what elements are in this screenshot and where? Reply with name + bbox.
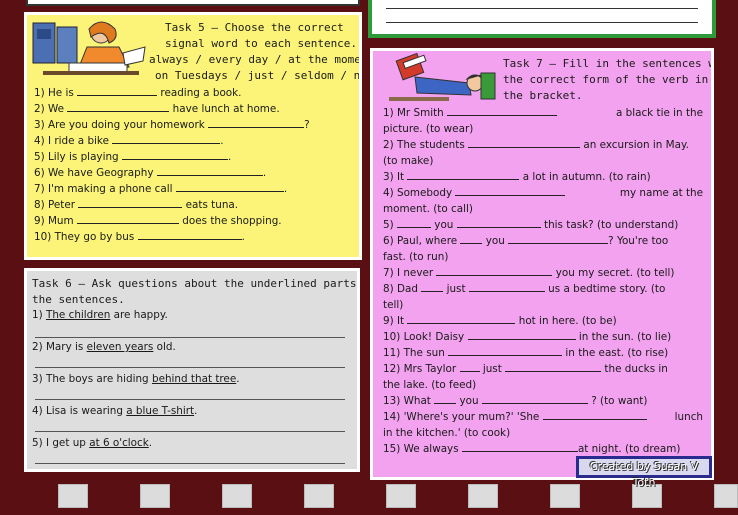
task5-item: 8) Peter eats tuna. xyxy=(34,199,239,211)
task5-item: 2) We have lunch at home. xyxy=(34,103,280,115)
task5-word-list-line1: always / every day / at the moment xyxy=(149,53,362,66)
task7-panel: Task 7 – Fill in the sentences with the … xyxy=(370,48,714,480)
task7-line: the lake. (to feed) xyxy=(383,379,477,391)
task7-line: my name at the xyxy=(619,187,703,199)
answer-line[interactable] xyxy=(35,463,345,464)
task6-title-line1: Task 6 – Ask questions about the underli… xyxy=(32,277,360,290)
task5-item: 1) He is reading a book. xyxy=(34,87,242,99)
task7-line: 15) We always at night. (to dream) xyxy=(383,443,681,455)
bottom-tile xyxy=(714,484,738,508)
task7-line: moment. (to call) xyxy=(383,203,473,215)
task7-line: 1) Mr Smith xyxy=(383,105,558,121)
task7-line: a black tie in the xyxy=(615,107,703,119)
task7-line: 11) The sun in the east. (to rise) xyxy=(383,347,669,359)
task6-title-line2: the sentences. xyxy=(32,293,125,306)
task7-line: 14) 'Where's your mum?' 'She xyxy=(383,409,647,425)
bottom-tile xyxy=(140,484,170,508)
task7-line: 5) you this task? (to understand) xyxy=(383,219,679,231)
top-right-panel xyxy=(368,0,716,38)
task5-panel: Task 5 – Choose the correct signal word … xyxy=(24,12,362,260)
answer-line[interactable] xyxy=(35,399,345,400)
task5-title-line2: signal word to each sentence. xyxy=(165,37,358,50)
answer-line[interactable] xyxy=(35,431,345,432)
task5-title-line1: Task 5 – Choose the correct xyxy=(165,21,344,34)
task7-line: 10) Look! Daisy in the sun. (to lie) xyxy=(383,331,672,343)
task5-item: 10) They go by bus . xyxy=(34,231,245,243)
bottom-tile xyxy=(468,484,498,508)
worksheet-page: { "task5": { "title1": "Task 5 – Choose … xyxy=(0,0,738,515)
task5-item: 7) I'm making a phone call . xyxy=(34,183,288,195)
task7-line: 9) It hot in here. (to be) xyxy=(383,315,617,327)
answer-line[interactable] xyxy=(35,337,345,338)
task7-line: 6) Paul, where you ? You're too xyxy=(383,235,669,247)
task7-line: fast. (to run) xyxy=(383,251,449,263)
bottom-tile xyxy=(58,484,88,508)
bottom-tile xyxy=(222,484,252,508)
bottom-tile xyxy=(304,484,334,508)
task7-line: 13) What you ? (to want) xyxy=(383,395,648,407)
task6-sentence: 3) The boys are hiding behind that tree. xyxy=(32,373,240,385)
task7-line: (to make) xyxy=(383,155,434,167)
task7-title-line2: the correct form of the verb in xyxy=(503,73,709,86)
top-left-panel xyxy=(26,0,360,6)
task5-item: 3) Are you doing your homework ? xyxy=(34,119,310,131)
answer-line[interactable] xyxy=(35,367,345,368)
task7-line: 8) Dad just us a bedtime story. (to xyxy=(383,283,666,295)
bottom-tile xyxy=(386,484,416,508)
task7-line: 12) Mrs Taylor just the ducks in xyxy=(383,363,668,375)
bottom-tile xyxy=(550,484,580,508)
task6-sentence: 4) Lisa is wearing a blue T-shirt. xyxy=(32,405,198,417)
task7-line: in the kitchen.' (to cook) xyxy=(383,427,511,439)
task7-title-line1: Task 7 – Fill in the sentences with xyxy=(503,57,714,70)
task5-word-list-line2: on Tuesdays / just / seldom / now xyxy=(155,69,362,82)
task7-line: lunch xyxy=(674,411,703,423)
task6-sentence: 2) Mary is eleven years old. xyxy=(32,341,176,353)
author-credit: Created by Susan V Toth xyxy=(576,456,712,489)
task7-line: 2) The students an excursion in May. xyxy=(383,139,689,151)
task7-line: 3) It a lot in autumn. (to rain) xyxy=(383,171,651,183)
task5-item: 5) Lily is playing . xyxy=(34,151,232,163)
task7-line: 7) I never you my secret. (to tell) xyxy=(383,267,675,279)
girl-reading-illustration xyxy=(32,21,146,75)
task5-item: 9) Mum does the shopping. xyxy=(34,215,282,227)
task7-line: 4) Somebody xyxy=(383,185,566,201)
task5-item: 4) I ride a bike . xyxy=(34,135,224,147)
task7-line: tell) xyxy=(383,299,404,311)
boy-reading-illustration xyxy=(389,53,496,101)
task7-line: picture. (to wear) xyxy=(383,123,474,135)
task7-title-line3: the bracket. xyxy=(503,89,583,102)
task6-sentence: 1) The children are happy. xyxy=(32,309,168,321)
task6-panel: Task 6 – Ask questions about the underli… xyxy=(24,268,360,472)
task6-sentence: 5) I get up at 6 o'clock. xyxy=(32,437,153,449)
task5-item: 6) We have Geography . xyxy=(34,167,267,179)
